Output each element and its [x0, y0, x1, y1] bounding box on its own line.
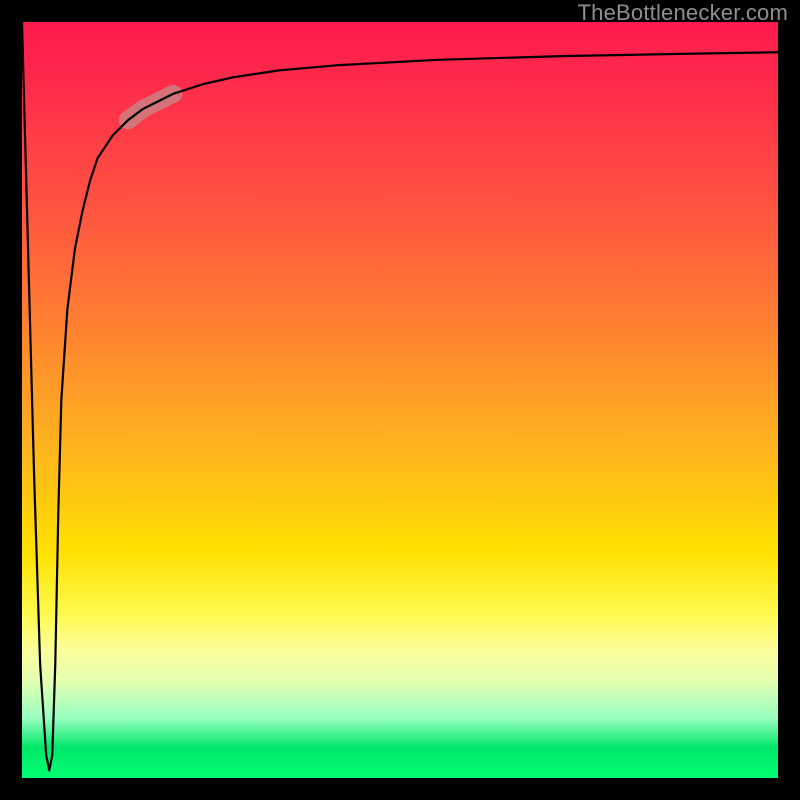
watermark-text: TheBottlenecker.com	[578, 0, 788, 24]
bottleneck-curve	[22, 22, 778, 770]
chart-container: TheBottlenecker.com	[0, 0, 800, 800]
plot-area	[22, 22, 778, 778]
curve-svg	[22, 22, 778, 778]
